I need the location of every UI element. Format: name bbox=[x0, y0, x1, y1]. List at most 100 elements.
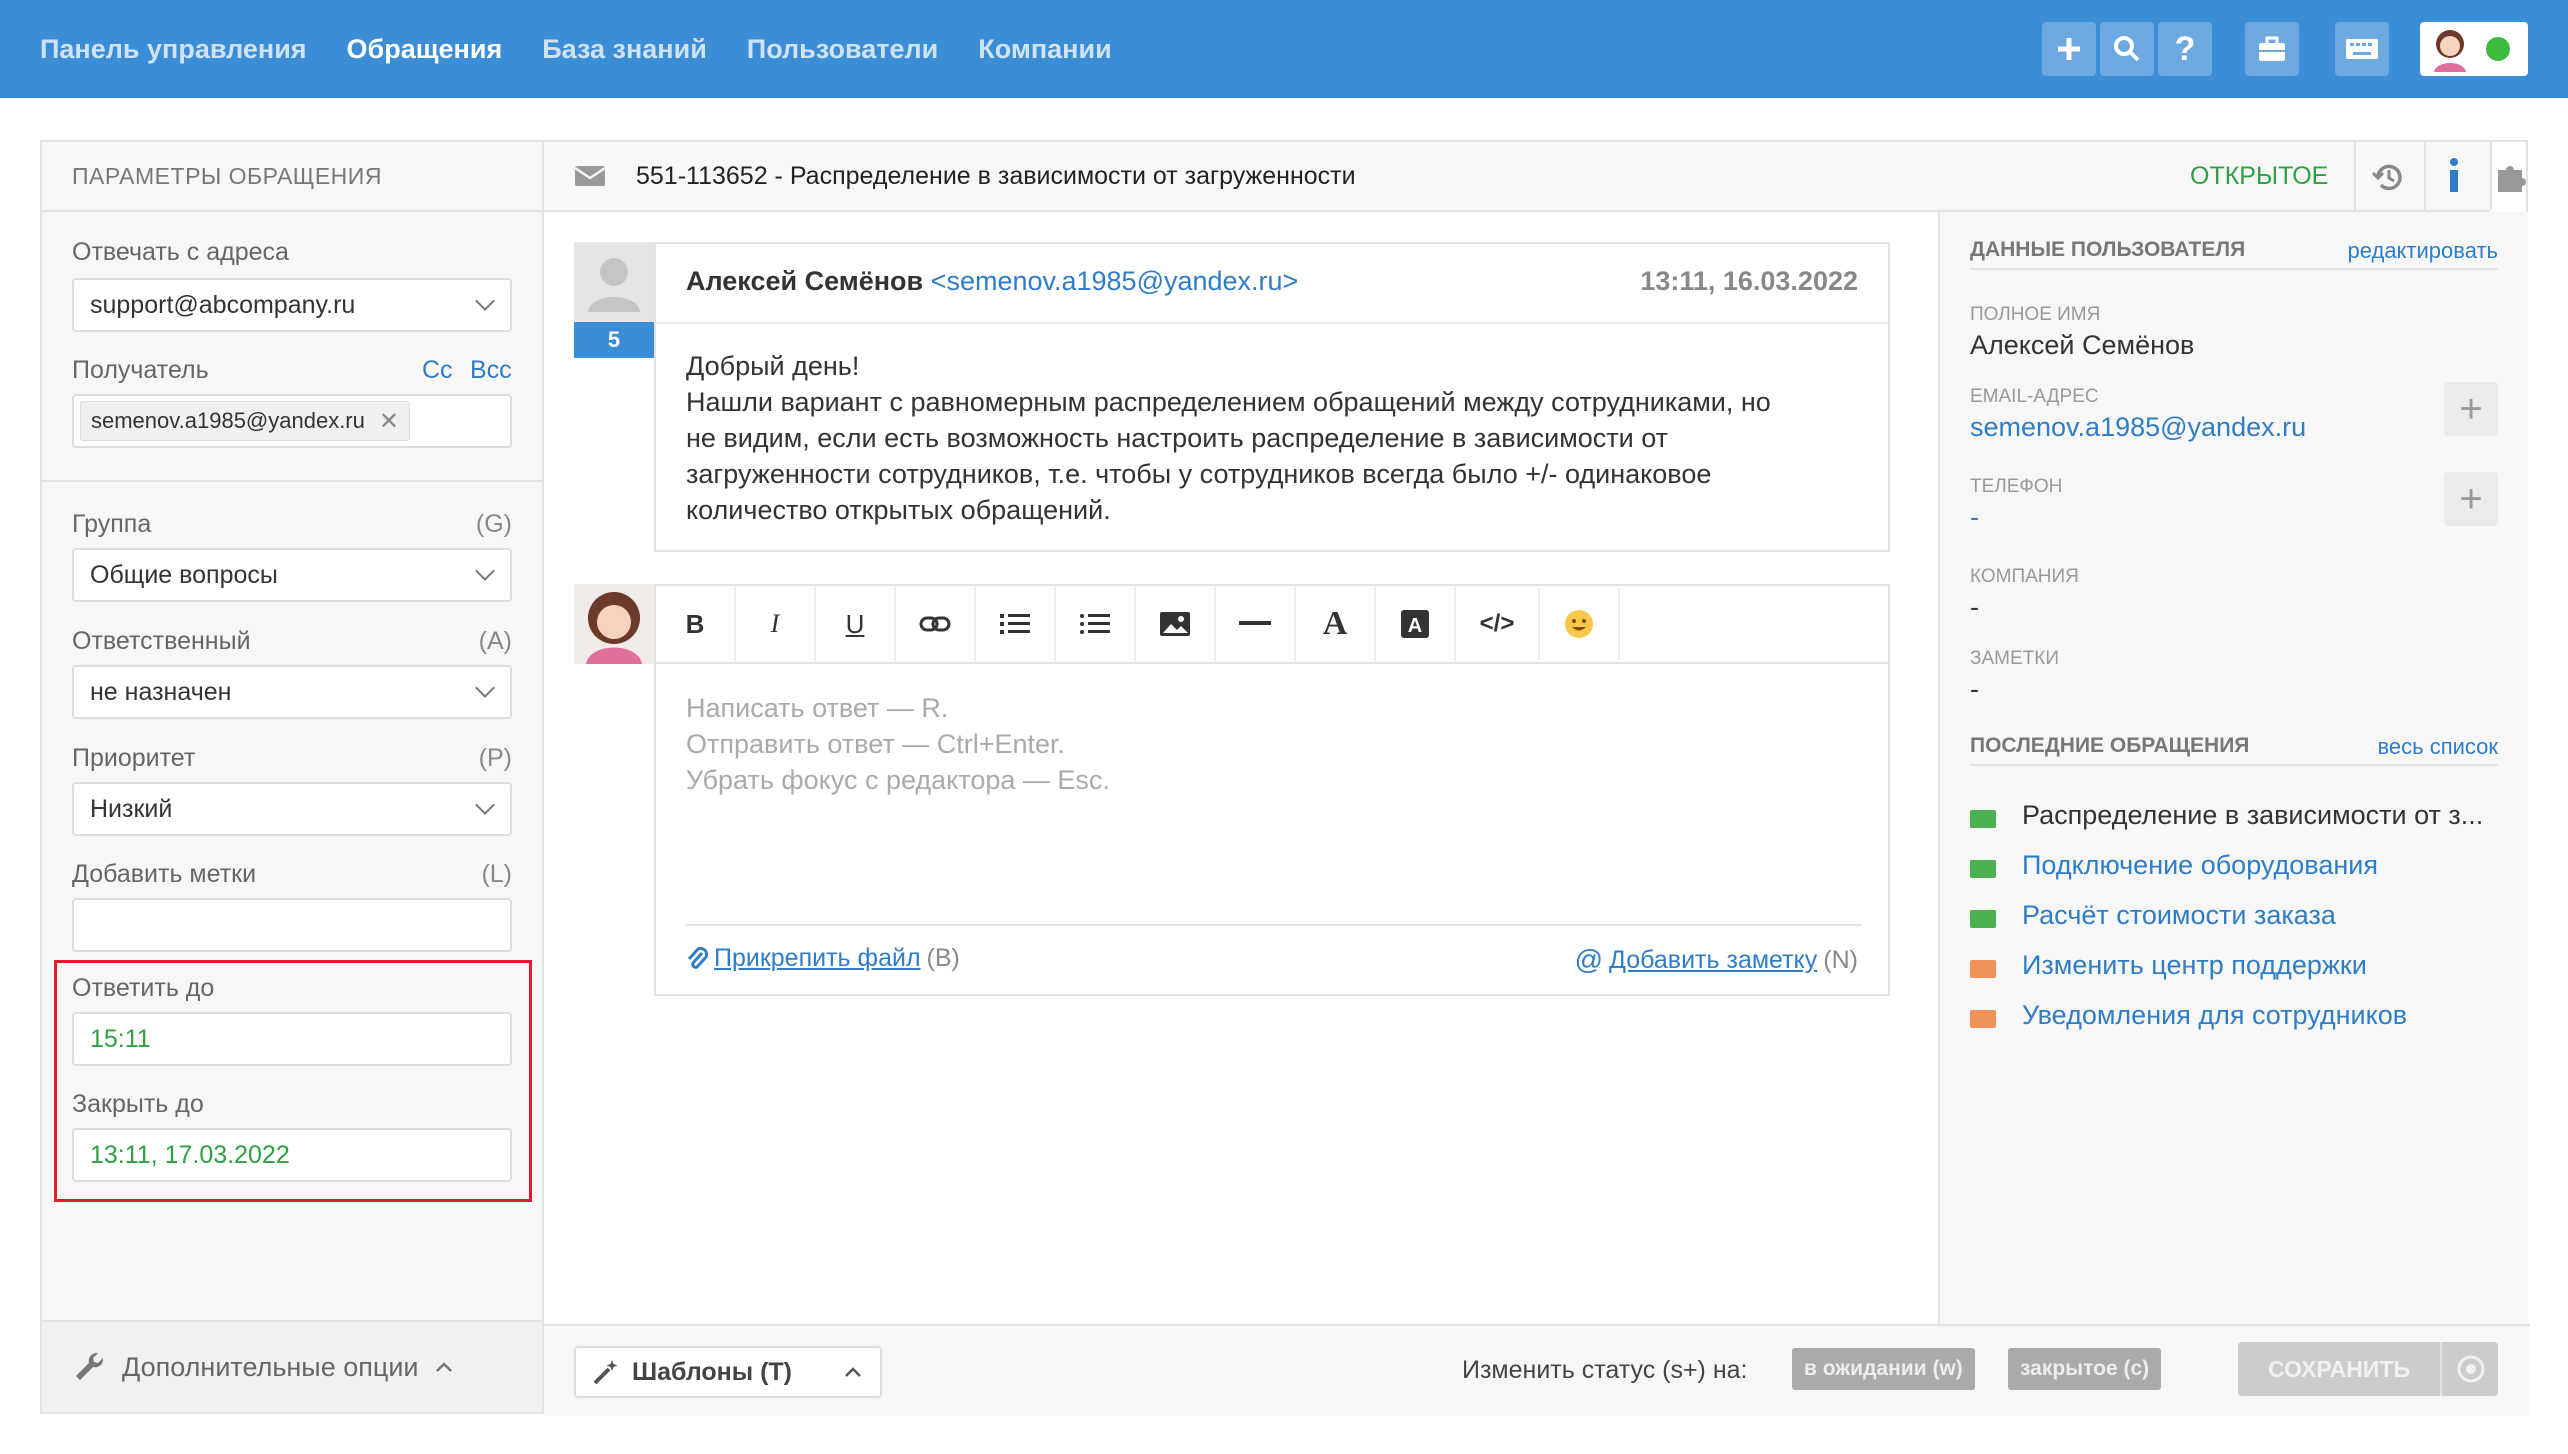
group-select[interactable]: Общие вопросы bbox=[72, 548, 512, 602]
message-author: Алексей Семёнов bbox=[686, 266, 924, 296]
reply-from-select[interactable]: support@abcompany.ru bbox=[72, 278, 512, 332]
envelope-icon bbox=[1970, 910, 1996, 928]
keyboard-icon[interactable] bbox=[2335, 22, 2389, 76]
help-icon[interactable]: ? bbox=[2158, 22, 2212, 76]
add-email-button[interactable]: + bbox=[2444, 382, 2498, 436]
briefcase-icon[interactable] bbox=[2245, 22, 2299, 76]
message-email[interactable]: <semenov.a1985@yandex.ru> bbox=[931, 266, 1299, 296]
cc-link[interactable]: Cc bbox=[422, 356, 453, 385]
message-line: количество открытых обращений. bbox=[686, 495, 1111, 525]
reply-by-input[interactable]: 15:11 bbox=[72, 1012, 512, 1066]
nav-tickets[interactable]: Обращения bbox=[347, 34, 503, 65]
email-value[interactable]: semenov.a1985@yandex.ru bbox=[1970, 412, 2306, 443]
phone-label: ТЕЛЕФОН bbox=[1970, 476, 2063, 497]
bullet-list-icon[interactable] bbox=[1056, 586, 1136, 662]
add-note[interactable]: @ Добавить заметку (N) bbox=[1575, 944, 1858, 976]
status-badge[interactable]: ОТКРЫТОЕ bbox=[2190, 162, 2328, 191]
notes-label: ЗАМЕТКИ bbox=[1970, 648, 2059, 669]
add-note-link[interactable]: Добавить заметку bbox=[1609, 946, 1817, 975]
notes-value: - bbox=[1970, 674, 1979, 704]
image-icon[interactable] bbox=[1136, 586, 1216, 662]
code-icon[interactable]: </> bbox=[1456, 586, 1540, 662]
editor-placeholder[interactable]: Написать ответ — R. Отправить ответ — Ct… bbox=[686, 690, 1110, 798]
priority-shortcut: (P) bbox=[478, 744, 512, 772]
ordered-list-icon[interactable] bbox=[976, 586, 1056, 662]
italic-icon[interactable]: I bbox=[736, 586, 816, 662]
group-label: Группа bbox=[72, 510, 152, 538]
change-status-label: Изменить статус (s+) на: bbox=[1462, 1356, 1748, 1384]
divider bbox=[2440, 1342, 2442, 1396]
nav-knowledge-base[interactable]: База знаний bbox=[542, 34, 707, 65]
tags-label: Добавить метки bbox=[72, 860, 257, 888]
recipient-chip-text: semenov.a1985@yandex.ru bbox=[91, 408, 365, 433]
top-navbar: Панель управления Обращения База знаний … bbox=[0, 0, 2568, 98]
avatar bbox=[574, 242, 654, 322]
reply-by-value: 15:11 bbox=[90, 1024, 151, 1053]
puzzle-icon[interactable] bbox=[2494, 158, 2530, 194]
placeholder-line: Написать ответ — R. bbox=[686, 693, 949, 723]
status-closed-button[interactable]: закрытое (c) bbox=[2008, 1348, 2162, 1390]
tags-input[interactable] bbox=[72, 898, 512, 952]
info-icon[interactable] bbox=[2444, 156, 2464, 196]
chevron-down-icon bbox=[475, 678, 495, 698]
online-status-icon bbox=[2486, 37, 2510, 61]
underline-icon[interactable]: U bbox=[816, 586, 896, 662]
close-by-input[interactable]: 13:11, 17.03.2022 bbox=[72, 1128, 512, 1182]
divider bbox=[1970, 764, 2498, 766]
recent-tickets-title: ПОСЛЕДНИЕ ОБРАЩЕНИЯ bbox=[1970, 734, 2250, 757]
all-tickets-link[interactable]: весь список bbox=[2377, 734, 2498, 760]
svg-text:A: A bbox=[1408, 615, 1422, 637]
chevron-down-icon bbox=[475, 291, 495, 311]
envelope-icon bbox=[1970, 810, 1996, 828]
templates-button[interactable]: Шаблоны (T) bbox=[574, 1346, 882, 1398]
bcc-link[interactable]: Bcc bbox=[470, 356, 512, 385]
status-pending-button[interactable]: в ожидании (w) bbox=[1792, 1348, 1975, 1390]
priority-value: Низкий bbox=[90, 794, 173, 823]
reply-from-label: Отвечать с адреса bbox=[72, 238, 289, 266]
message-line: загруженности сотрудников, т.е. чтобы у … bbox=[686, 459, 1712, 489]
bold-icon[interactable]: B bbox=[656, 586, 736, 662]
recent-ticket-label: Распределение в зависимости от з... bbox=[2022, 800, 2484, 830]
nav-companies[interactable]: Компании bbox=[978, 34, 1111, 65]
additional-options[interactable]: Дополнительные опции bbox=[42, 1320, 542, 1412]
wrench-icon bbox=[76, 1352, 104, 1380]
nav-dashboard[interactable]: Панель управления bbox=[40, 34, 307, 65]
search-icon[interactable] bbox=[2100, 22, 2154, 76]
fullname-value: Алексей Семёнов bbox=[1970, 330, 2195, 360]
edit-user-link[interactable]: редактировать bbox=[2348, 238, 2499, 264]
plus-icon[interactable] bbox=[2042, 22, 2096, 76]
save-label: СОХРАНИТЬ bbox=[2267, 1355, 2411, 1382]
text-color-icon[interactable]: A bbox=[1376, 586, 1456, 662]
assignee-select[interactable]: не назначен bbox=[72, 665, 512, 719]
emoji-icon[interactable] bbox=[1540, 586, 1620, 662]
recipient-field[interactable]: semenov.a1985@yandex.ru ✕ bbox=[72, 394, 512, 448]
font-size-icon[interactable]: A bbox=[1296, 586, 1376, 662]
magic-wand-icon bbox=[593, 1360, 618, 1385]
phone-value[interactable]: - bbox=[1970, 502, 1979, 533]
recent-ticket-label: Расчёт стоимости заказа bbox=[2022, 900, 2336, 930]
tags-shortcut: (L) bbox=[481, 860, 512, 888]
horizontal-rule-icon[interactable] bbox=[1216, 586, 1296, 662]
nav-users[interactable]: Пользователи bbox=[747, 34, 938, 65]
save-options-icon[interactable] bbox=[2456, 1354, 2486, 1384]
avatar bbox=[2434, 30, 2466, 72]
close-by-value: 13:11, 17.03.2022 bbox=[90, 1140, 290, 1169]
priority-select[interactable]: Низкий bbox=[72, 782, 512, 836]
link-icon[interactable] bbox=[896, 586, 976, 662]
user-menu[interactable] bbox=[2420, 22, 2528, 76]
remove-icon[interactable]: ✕ bbox=[379, 407, 399, 436]
agent-avatar bbox=[574, 584, 654, 664]
message-card: Алексей Семёнов <semenov.a1985@yandex.ru… bbox=[654, 242, 1890, 552]
editor-toolbar: B I U A A </> bbox=[656, 586, 1888, 664]
history-icon[interactable] bbox=[2370, 160, 2406, 194]
user-data-title: ДАННЫЕ ПОЛЬЗОВАТЕЛЯ bbox=[1970, 238, 2246, 261]
avatar bbox=[586, 592, 642, 664]
add-phone-button[interactable]: + bbox=[2444, 472, 2498, 526]
attach-file-link[interactable]: Прикрепить файл bbox=[714, 944, 921, 973]
attach-file[interactable]: Прикрепить файл (B) bbox=[686, 944, 960, 973]
chevron-up-icon bbox=[435, 1362, 452, 1372]
divider bbox=[2424, 142, 2426, 210]
assignee-value: не назначен bbox=[90, 677, 232, 706]
message-line: Добрый день! bbox=[686, 351, 860, 381]
save-button[interactable]: СОХРАНИТЬ bbox=[2238, 1342, 2498, 1396]
